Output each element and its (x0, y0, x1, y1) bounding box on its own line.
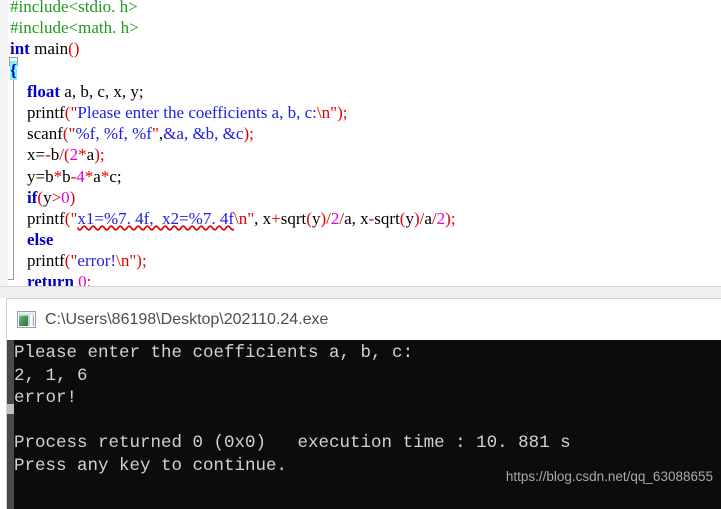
code-line[interactable]: y=b*b-4*a*c; (10, 166, 456, 187)
code-token: c; (109, 166, 122, 186)
code-token: \n (116, 251, 130, 271)
code-line[interactable]: scanf("%f, %f, %f",&a, &b, &c); (10, 123, 456, 144)
code-token: #include<stdio. h> (10, 0, 138, 16)
code-token: int (10, 39, 30, 59)
code-token: * (84, 166, 94, 186)
code-line[interactable]: printf("error!\n"); (10, 250, 456, 271)
console-scrollbar-thumb[interactable] (7, 404, 14, 414)
console-vertical-scrollbar[interactable] (7, 340, 14, 509)
code-token: ; (99, 145, 105, 165)
code-token: %f, %f, %f (75, 124, 152, 144)
code-token: 2 (69, 145, 79, 165)
code-token: Please enter the coefficients a, b, c: (77, 102, 317, 122)
code-token: 4 (76, 166, 85, 186)
code-token: scanf (27, 124, 63, 144)
code-token: \n (233, 208, 248, 228)
code-token: &a, &b, &c (163, 124, 244, 144)
code-token: b (50, 145, 60, 165)
code-token: * (53, 166, 63, 186)
code-token: a (424, 208, 432, 228)
code-token: printf (27, 102, 65, 122)
code-line[interactable]: { (10, 60, 456, 81)
code-token: if (27, 187, 38, 207)
code-token: () (68, 39, 80, 59)
code-token: > (51, 187, 62, 207)
code-line[interactable]: printf("x1=%7. 4f, x2=%7. 4f\n", x+sqrt(… (10, 208, 456, 229)
code-editor-pane[interactable]: #include<stdio. h> #include<math. h> int m… (0, 0, 721, 298)
code-token: 0 (61, 187, 70, 207)
code-token: ; (141, 251, 147, 271)
code-line[interactable]: x=-b/(2*a); (10, 144, 456, 165)
console-output-line: Please enter the coefficients a, b, c: (14, 343, 414, 363)
code-line[interactable]: printf("Please enter the coefficients a,… (10, 102, 456, 123)
code-token: , x (254, 208, 272, 228)
code-token: x= (27, 145, 46, 165)
code-token: 2 (436, 208, 446, 228)
code-token: \n (316, 102, 331, 122)
console-output-line: Press any key to continue. (14, 455, 288, 476)
code-line[interactable]: int main() (10, 38, 456, 59)
code-line[interactable]: if(y>0) (10, 187, 456, 208)
code-token: else (27, 230, 54, 250)
code-token: sqrt (280, 208, 307, 228)
editor-horizontal-scrollbar[interactable] (0, 286, 721, 298)
code-line[interactable]: #include<stdio. h> (10, 0, 456, 17)
code-token: #include<math. h> (10, 18, 139, 38)
code-token: printf (27, 208, 65, 228)
console-output-area[interactable]: Please enter the coefficients a, b, c: 2,… (7, 340, 721, 509)
code-token: a, x (344, 208, 369, 228)
console-output-line: error! (14, 388, 78, 409)
code-token: error! (77, 251, 117, 271)
code-token: y=b (27, 166, 54, 186)
code-token: a (93, 166, 101, 186)
code-line[interactable]: float a, b, c, x, y; (10, 81, 456, 102)
code-token: ; (342, 102, 348, 122)
code-token: b (62, 166, 71, 186)
code-token: { (10, 60, 17, 80)
code-token: ; (249, 124, 254, 144)
watermark-url: https://blog.csdn.net/qq_63088655 (505, 469, 713, 484)
console-output-line: 2, 1, 6 (14, 365, 88, 386)
console-window[interactable]: C:\Users\86198\Desktop\202110.24.exe Ple… (6, 298, 721, 509)
code-token: x1=%7. 4f, x2=%7. 4f (77, 208, 234, 228)
console-title-label: C:\Users\86198\Desktop\202110.24.exe (45, 310, 329, 328)
console-title-bar[interactable]: C:\Users\86198\Desktop\202110.24.exe (7, 299, 721, 340)
code-token: y (43, 187, 52, 207)
code-line[interactable]: #include<math. h> (10, 17, 456, 38)
code-token: sqrt (374, 208, 400, 228)
code-token: float (27, 81, 61, 101)
code-token: main (29, 39, 69, 59)
code-token: ; (450, 208, 456, 228)
code-token: " (151, 124, 159, 144)
code-line[interactable]: else (10, 229, 456, 250)
code-token: a, b, c, x, y; (60, 81, 144, 101)
code-token: printf (27, 251, 65, 271)
console-window-icon (17, 311, 36, 328)
code-token: * (78, 145, 87, 165)
console-output-text: Please enter the coefficients a, b, c: 2,… (14, 342, 571, 478)
console-output-line: Process returned 0 (0x0) execution time … (14, 433, 571, 454)
code-token: " (68, 124, 76, 144)
code-token: + (271, 208, 281, 228)
code-text-area[interactable]: #include<stdio. h> #include<math. h> int m… (10, 0, 456, 298)
code-token: ) (69, 187, 76, 207)
code-token: y (405, 208, 414, 228)
